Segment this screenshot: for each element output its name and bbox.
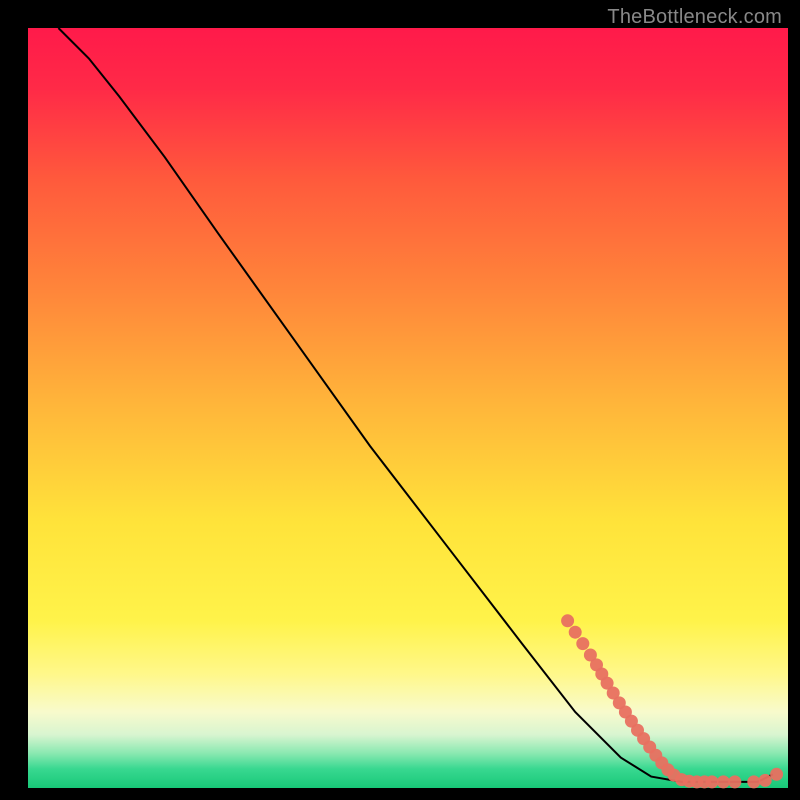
data-marker (576, 637, 589, 650)
bottleneck-chart (0, 0, 800, 800)
data-marker (717, 775, 730, 788)
chart-container: TheBottleneck.com (0, 0, 800, 800)
data-marker (569, 626, 582, 639)
data-marker (759, 774, 772, 787)
data-marker (770, 768, 783, 781)
data-marker (728, 775, 741, 788)
watermark-text: TheBottleneck.com (607, 6, 782, 29)
data-marker (561, 614, 574, 627)
data-marker (747, 775, 760, 788)
data-marker (706, 775, 719, 788)
plot-area (28, 28, 788, 788)
